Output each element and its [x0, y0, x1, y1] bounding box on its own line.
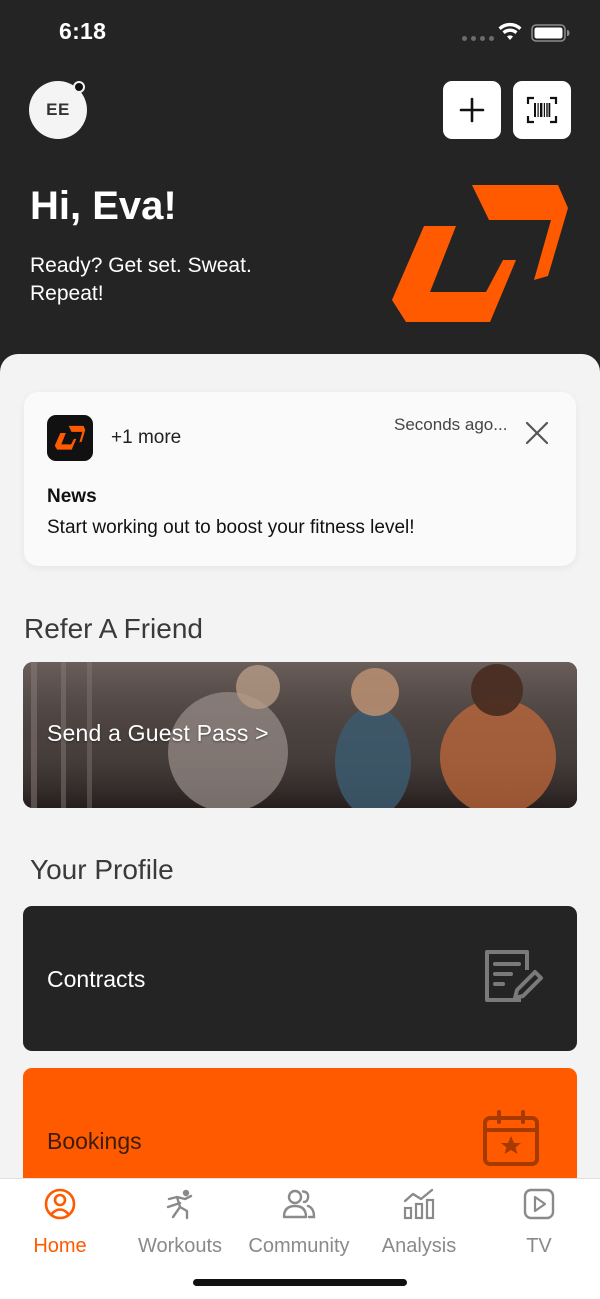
- tab-analysis[interactable]: Analysis: [359, 1187, 479, 1257]
- greeting-title: Hi, Eva!: [30, 184, 177, 228]
- plus-icon: [459, 97, 485, 123]
- notification-title: News: [47, 486, 97, 507]
- people-icon: [282, 1189, 316, 1219]
- add-button[interactable]: [443, 81, 501, 139]
- chart-icon: [403, 1188, 435, 1220]
- contract-document-icon: [485, 950, 543, 1002]
- tab-tv-label: TV: [526, 1235, 552, 1257]
- app-icon: [47, 415, 93, 461]
- greeting-tagline: Ready? Get set. Sweat. Repeat!: [30, 254, 252, 305]
- refer-section-title: Refer A Friend: [24, 613, 203, 644]
- close-icon[interactable]: [524, 420, 550, 446]
- scan-barcode-button[interactable]: [513, 81, 571, 139]
- notification-card[interactable]: +1 more Seconds ago... News Start workin…: [24, 392, 576, 566]
- notification-time: Seconds ago...: [394, 415, 508, 434]
- home-screen: 6:18 EE Hi, Eva! Ready? Get set. Sweat. …: [0, 0, 600, 1299]
- brand-logo-small-icon: [54, 425, 86, 450]
- tab-workouts[interactable]: Workouts: [120, 1187, 240, 1257]
- brand-logo-icon: [392, 185, 568, 322]
- tab-tv[interactable]: TV: [479, 1187, 599, 1257]
- notification-more-count[interactable]: +1 more: [111, 427, 181, 449]
- runner-icon: [166, 1189, 193, 1220]
- tab-community-label: Community: [248, 1235, 350, 1257]
- contracts-card[interactable]: Contracts: [23, 906, 577, 1051]
- battery-icon: [531, 24, 570, 42]
- bookings-label: Bookings: [47, 1128, 142, 1154]
- home-indicator: [193, 1279, 407, 1286]
- barcode-scan-icon: [526, 96, 558, 124]
- play-icon: [523, 1188, 555, 1220]
- calendar-star-icon: [483, 1110, 539, 1166]
- tab-analysis-label: Analysis: [381, 1235, 457, 1257]
- profile-section-title: Your Profile: [30, 854, 174, 885]
- guest-pass-link[interactable]: Send a Guest Pass >: [47, 720, 269, 747]
- tab-community[interactable]: Community: [239, 1187, 359, 1257]
- notification-body: Start working out to boost your fitness …: [47, 517, 415, 538]
- tab-workouts-label: Workouts: [137, 1235, 223, 1257]
- user-circle-icon: [44, 1188, 76, 1220]
- status-bar: 6:18: [0, 0, 600, 66]
- tab-home-label: Home: [33, 1235, 87, 1257]
- avatar-status-dot: [73, 81, 85, 93]
- guest-pass-card[interactable]: Send a Guest Pass >: [23, 662, 577, 808]
- status-time: 6:18: [59, 18, 107, 44]
- header: 6:18 EE Hi, Eva! Ready? Get set. Sweat. …: [0, 0, 600, 400]
- contracts-label: Contracts: [47, 966, 146, 992]
- tab-home[interactable]: Home: [0, 1187, 120, 1257]
- cellular-signal-icon: [462, 36, 494, 41]
- wifi-icon: [498, 22, 522, 40]
